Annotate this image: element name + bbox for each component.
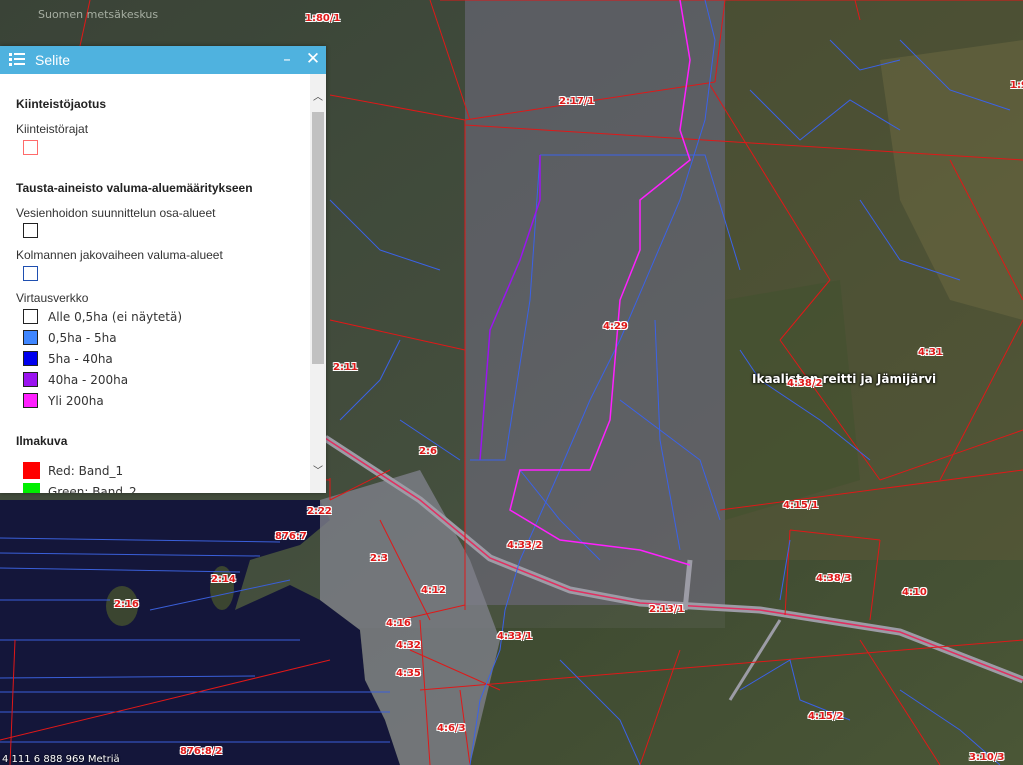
parcel-label: 4:12 (421, 585, 446, 596)
symbol-virtaus-3 (23, 372, 38, 387)
close-button[interactable]: ✕ (303, 49, 323, 69)
scroll-up-icon[interactable]: ︿ (310, 90, 326, 106)
place-label: Ikaalisten reitti ja Jämijärvi (752, 372, 937, 386)
symbol-virtaus-0 (23, 309, 38, 324)
minimize-button[interactable]: – (277, 49, 297, 69)
minimize-icon: – (283, 50, 291, 68)
parcel-label: 2:14 (211, 574, 236, 585)
symbol-kiinteistorajat (23, 140, 38, 155)
section-heading-virtausverkko: Virtausverkko (16, 291, 89, 305)
parcel-label: 2:3 (370, 553, 388, 564)
attribution-text: Suomen metsäkeskus (38, 8, 159, 21)
symbol-osa-alueet (23, 223, 38, 238)
parcel-label: 4:32 (396, 640, 421, 651)
parcel-label: 3:10/3 (969, 752, 1005, 763)
parcel-label: 4:10 (902, 587, 927, 598)
section-heading-ilmakuva: Ilmakuva (16, 434, 68, 448)
symbol-virtaus-2 (23, 351, 38, 366)
close-icon: ✕ (305, 49, 321, 69)
parcel-label: 2:22 (307, 506, 332, 517)
parcel-label: 2:16 (114, 599, 139, 610)
legend-header[interactable]: Selite – ✕ (0, 46, 326, 74)
scroll-down-icon[interactable]: ﹀ (310, 464, 326, 480)
item-label-virtaus-3: 40ha - 200ha (48, 373, 129, 387)
symbol-ilmakuva-1 (23, 483, 40, 493)
parcel-label: 4:15/1 (783, 500, 819, 511)
parcel-label: 1:9 (1010, 80, 1023, 91)
section-heading-kiinteistojaotus: Kiinteistöjaotus (16, 97, 107, 111)
legend-panel: Selite – ✕ Kiinteistöjaotus Kiinteistöra… (0, 46, 326, 493)
item-label-ilmakuva-0: Red: Band_1 (48, 464, 124, 478)
parcel-label: 4:33/2 (507, 540, 543, 551)
parcel-label: 2:13/1 (649, 604, 685, 615)
list-icon (9, 52, 27, 68)
parcel-label: 4:31 (918, 347, 943, 358)
legend-title: Selite (35, 52, 71, 68)
parcel-label: 2:17/1 (559, 96, 595, 107)
parcel-label: 1:80/1 (305, 13, 341, 24)
coordinate-readout: 4 111 6 888 969 Metriä (2, 754, 120, 765)
item-label-virtaus-2: 5ha - 40ha (48, 352, 113, 366)
symbol-valuma-alueet (23, 266, 38, 281)
symbol-ilmakuva-0 (23, 462, 40, 479)
parcel-label: 4:6/3 (437, 723, 466, 734)
item-label-virtaus-1: 0,5ha - 5ha (48, 331, 117, 345)
symbol-virtaus-1 (23, 330, 38, 345)
parcel-label: 2:11 (333, 362, 358, 373)
parcel-label: 4:29 (603, 321, 628, 332)
legend-content: Kiinteistöjaotus Kiinteistörajat Tausta-… (0, 74, 310, 493)
island (210, 566, 234, 610)
parcel-label: 876:7 (275, 531, 307, 542)
symbol-virtaus-4 (23, 393, 38, 408)
item-label-virtaus-0: Alle 0,5ha (ei näytetä) (48, 310, 183, 324)
parcel-label: 4:38/3 (816, 573, 852, 584)
layer-label-kiinteistorajat: Kiinteistörajat (16, 122, 89, 136)
parcel-label: 4:33/1 (497, 631, 533, 642)
layer-label-osa-alueet: Vesienhoidon suunnittelun osa-alueet (16, 206, 216, 220)
section-heading-tausta: Tausta-aineisto valuma-aluemääritykseen (16, 181, 253, 195)
parcel-label: 876:8/2 (180, 746, 223, 757)
item-label-ilmakuva-1: Green: Band_2 (48, 485, 137, 493)
legend-scrollbar[interactable]: ︿ ﹀ (310, 74, 326, 493)
parcel-label: 4:15/2 (808, 711, 844, 722)
layer-label-valuma-alueet: Kolmannen jakovaiheen valuma-alueet (16, 248, 223, 262)
parcel-label: 4:16 (386, 618, 411, 629)
item-label-virtaus-4: Yli 200ha (48, 394, 104, 408)
parcel-label: 4:38/2 (787, 378, 823, 389)
parcel-label: 2:6 (419, 446, 437, 457)
scroll-thumb[interactable] (312, 112, 324, 364)
parcel-label: 4:35 (396, 668, 421, 679)
